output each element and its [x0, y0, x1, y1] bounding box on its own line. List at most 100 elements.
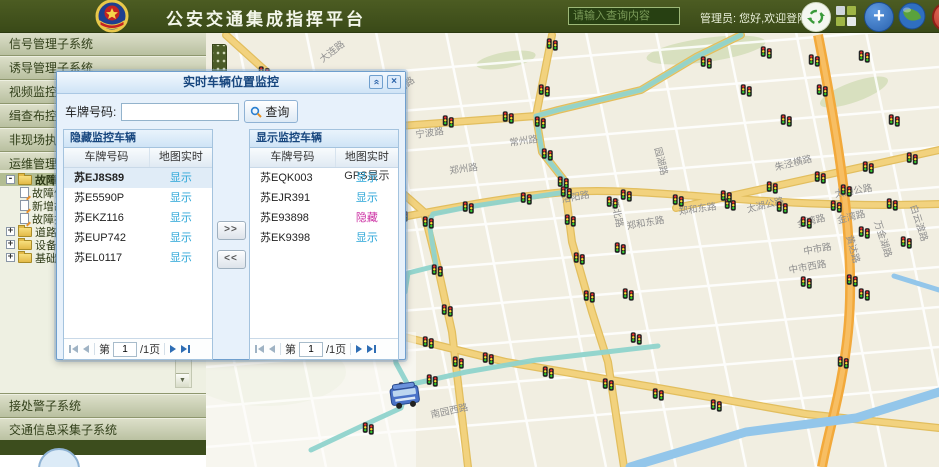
first-page-button[interactable]	[68, 345, 79, 353]
plate-number: 苏E5590P	[64, 188, 150, 208]
sidebar-bottom-menu: 接处警子系统交通信息采集子系统	[0, 394, 206, 442]
gps-toggle-link[interactable]: 显示	[170, 172, 192, 184]
traffic-signal-icon[interactable]	[817, 84, 828, 96]
gps-column-header: 地图实时GPS显示	[150, 148, 212, 167]
realtime-vehicle-dialog: 实时车辆位置监控 « × 车牌号码: 查询 隐藏监控车辆 车牌号码 地图实时GP	[56, 71, 406, 360]
last-page-button[interactable]	[180, 345, 191, 353]
traffic-signal-icon[interactable]	[741, 84, 752, 96]
gps-toggle-link[interactable]: 显示	[170, 192, 192, 204]
tree-toggle-icon[interactable]: -	[6, 175, 15, 184]
road-name-label: 中市西路	[788, 258, 828, 277]
magnifier-icon	[250, 106, 262, 118]
plate-number-input[interactable]	[121, 103, 239, 121]
sidebar-bottom-item-1[interactable]: 交通信息采集子系统	[0, 418, 206, 442]
table-row[interactable]: 苏EQK003 显示	[250, 168, 398, 188]
road-name-label: 白云渡路	[907, 203, 930, 243]
move-left-button[interactable]: <<	[217, 250, 246, 269]
table-row[interactable]: 苏EK9398显示	[250, 228, 398, 248]
road-name-label: 大连路	[317, 38, 347, 65]
page-title: 公安交通集成指挥平台	[166, 5, 366, 30]
traffic-signal-icon[interactable]	[859, 288, 870, 300]
next-page-button[interactable]	[355, 345, 363, 353]
table-row[interactable]: 苏EJR391 显示	[250, 188, 398, 208]
plate-column-header: 车牌号码	[64, 148, 150, 167]
page-prefix: 第	[99, 341, 110, 357]
page-number-input[interactable]	[113, 342, 137, 357]
plate-number: 苏EQK003	[250, 168, 336, 188]
traffic-signal-icon[interactable]	[901, 236, 912, 248]
table-row[interactable]: 苏EUP742 显示	[64, 228, 212, 248]
page-number-input[interactable]	[299, 342, 323, 357]
table-header: 车牌号码 地图实时GPS显示	[64, 148, 212, 168]
plate-number: 苏EJR391	[250, 188, 336, 208]
traffic-signal-icon[interactable]	[623, 288, 634, 300]
first-page-button[interactable]	[254, 345, 265, 353]
traffic-signal-icon[interactable]	[631, 332, 642, 344]
table-row[interactable]: 苏EKZ116 显示	[64, 208, 212, 228]
table-row[interactable]: 苏EJ8S89显示	[64, 168, 212, 188]
road-name-label: 园湖路	[652, 146, 671, 177]
gps-toggle-link[interactable]: 显示	[356, 172, 378, 184]
gps-toggle-link[interactable]: 显示	[170, 212, 192, 224]
plate-label: 车牌号码:	[65, 103, 116, 120]
traffic-signal-icon[interactable]	[761, 46, 772, 58]
plate-number: 苏EL0117	[64, 248, 150, 268]
pagination-bar: 第 /1页	[64, 338, 212, 359]
folder-icon	[18, 253, 32, 263]
last-page-button[interactable]	[366, 345, 377, 353]
hidden-vehicles-panel: 隐藏监控车辆 车牌号码 地图实时GPS显示 苏EJ8S89显示苏E5590P显示…	[63, 129, 213, 360]
traffic-signal-icon[interactable]	[809, 54, 820, 66]
plate-number: 苏EKZ116	[64, 208, 150, 228]
query-button[interactable]: 查询	[244, 100, 298, 123]
dialog-title: 实时车辆位置监控	[183, 75, 279, 89]
tree-toggle-icon[interactable]: +	[6, 227, 15, 236]
sidebar-footer	[0, 440, 206, 455]
close-button[interactable]: ×	[387, 75, 401, 89]
plate-number: 苏E93898	[250, 208, 336, 228]
grid-icon[interactable]	[836, 6, 856, 26]
gps-toggle-link[interactable]: 显示	[356, 232, 378, 244]
shown-vehicles-panel: 显示监控车辆 车牌号码 地图实时GPS显示 苏EQK003显示苏EJR391显示…	[249, 129, 399, 360]
prev-page-button[interactable]	[82, 345, 90, 353]
gps-toggle-link[interactable]: 显示	[170, 252, 192, 264]
move-right-button[interactable]: >>	[217, 221, 246, 240]
river	[630, 276, 939, 467]
gps-toggle-link[interactable]: 显示	[356, 192, 378, 204]
shown-vehicles-table: 苏EQK003显示苏EJR391显示苏E93898隐藏苏EK9398显示	[250, 168, 398, 338]
table-row[interactable]: 苏E5590P 显示	[64, 188, 212, 208]
folder-icon	[18, 227, 32, 237]
plate-number: 苏EUP742	[64, 228, 150, 248]
application-window: 大连路青岛路宁波路常州路郑州路洛阳路江北路郑和东路郑和东路太湖公路太湖公路朱泾横…	[0, 0, 939, 467]
top-header-bar: 公安交通集成指挥平台 管理员: 您好,欢迎登陆使用 +	[0, 0, 939, 33]
page-edit-icon	[20, 200, 29, 211]
next-page-button[interactable]	[169, 345, 177, 353]
road-name-label: 常州路	[509, 133, 539, 149]
gps-toggle-link[interactable]: 显示	[170, 232, 192, 244]
dialog-titlebar[interactable]: 实时车辆位置监控 « ×	[57, 72, 405, 94]
folder-icon	[18, 175, 32, 185]
traffic-signal-icon[interactable]	[889, 114, 900, 126]
plus-icon[interactable]: +	[864, 2, 894, 32]
prev-page-button[interactable]	[268, 345, 276, 353]
page-total: /1页	[326, 341, 346, 357]
page-edit-icon	[20, 213, 29, 224]
tree-toggle-icon[interactable]: +	[6, 253, 15, 262]
collapse-button[interactable]: «	[369, 75, 383, 89]
recycle-icon[interactable]	[801, 2, 831, 32]
table-row[interactable]: 苏E93898 隐藏	[250, 208, 398, 228]
table-row[interactable]: 苏EL0117 显示	[64, 248, 212, 268]
header-search-input[interactable]	[568, 7, 680, 25]
red-edge-icon[interactable]	[932, 2, 939, 32]
pagination-bar: 第 /1页	[250, 338, 398, 359]
traffic-signal-icon[interactable]	[859, 50, 870, 62]
folder-icon	[18, 240, 32, 250]
page-prefix: 第	[285, 341, 296, 357]
sidebar-bottom-item-0[interactable]: 接处警子系统	[0, 394, 206, 418]
road-name-label: 万金湖路	[871, 219, 894, 259]
table-header: 车牌号码 地图实时GPS显示	[250, 148, 398, 168]
road-name-label: 郑和东路	[626, 214, 666, 233]
scroll-down-arrow-icon[interactable]: ▼	[176, 373, 189, 387]
gps-toggle-link[interactable]: 隐藏	[356, 212, 378, 224]
tree-toggle-icon[interactable]: +	[6, 240, 15, 249]
globe-icon[interactable]	[898, 2, 926, 30]
